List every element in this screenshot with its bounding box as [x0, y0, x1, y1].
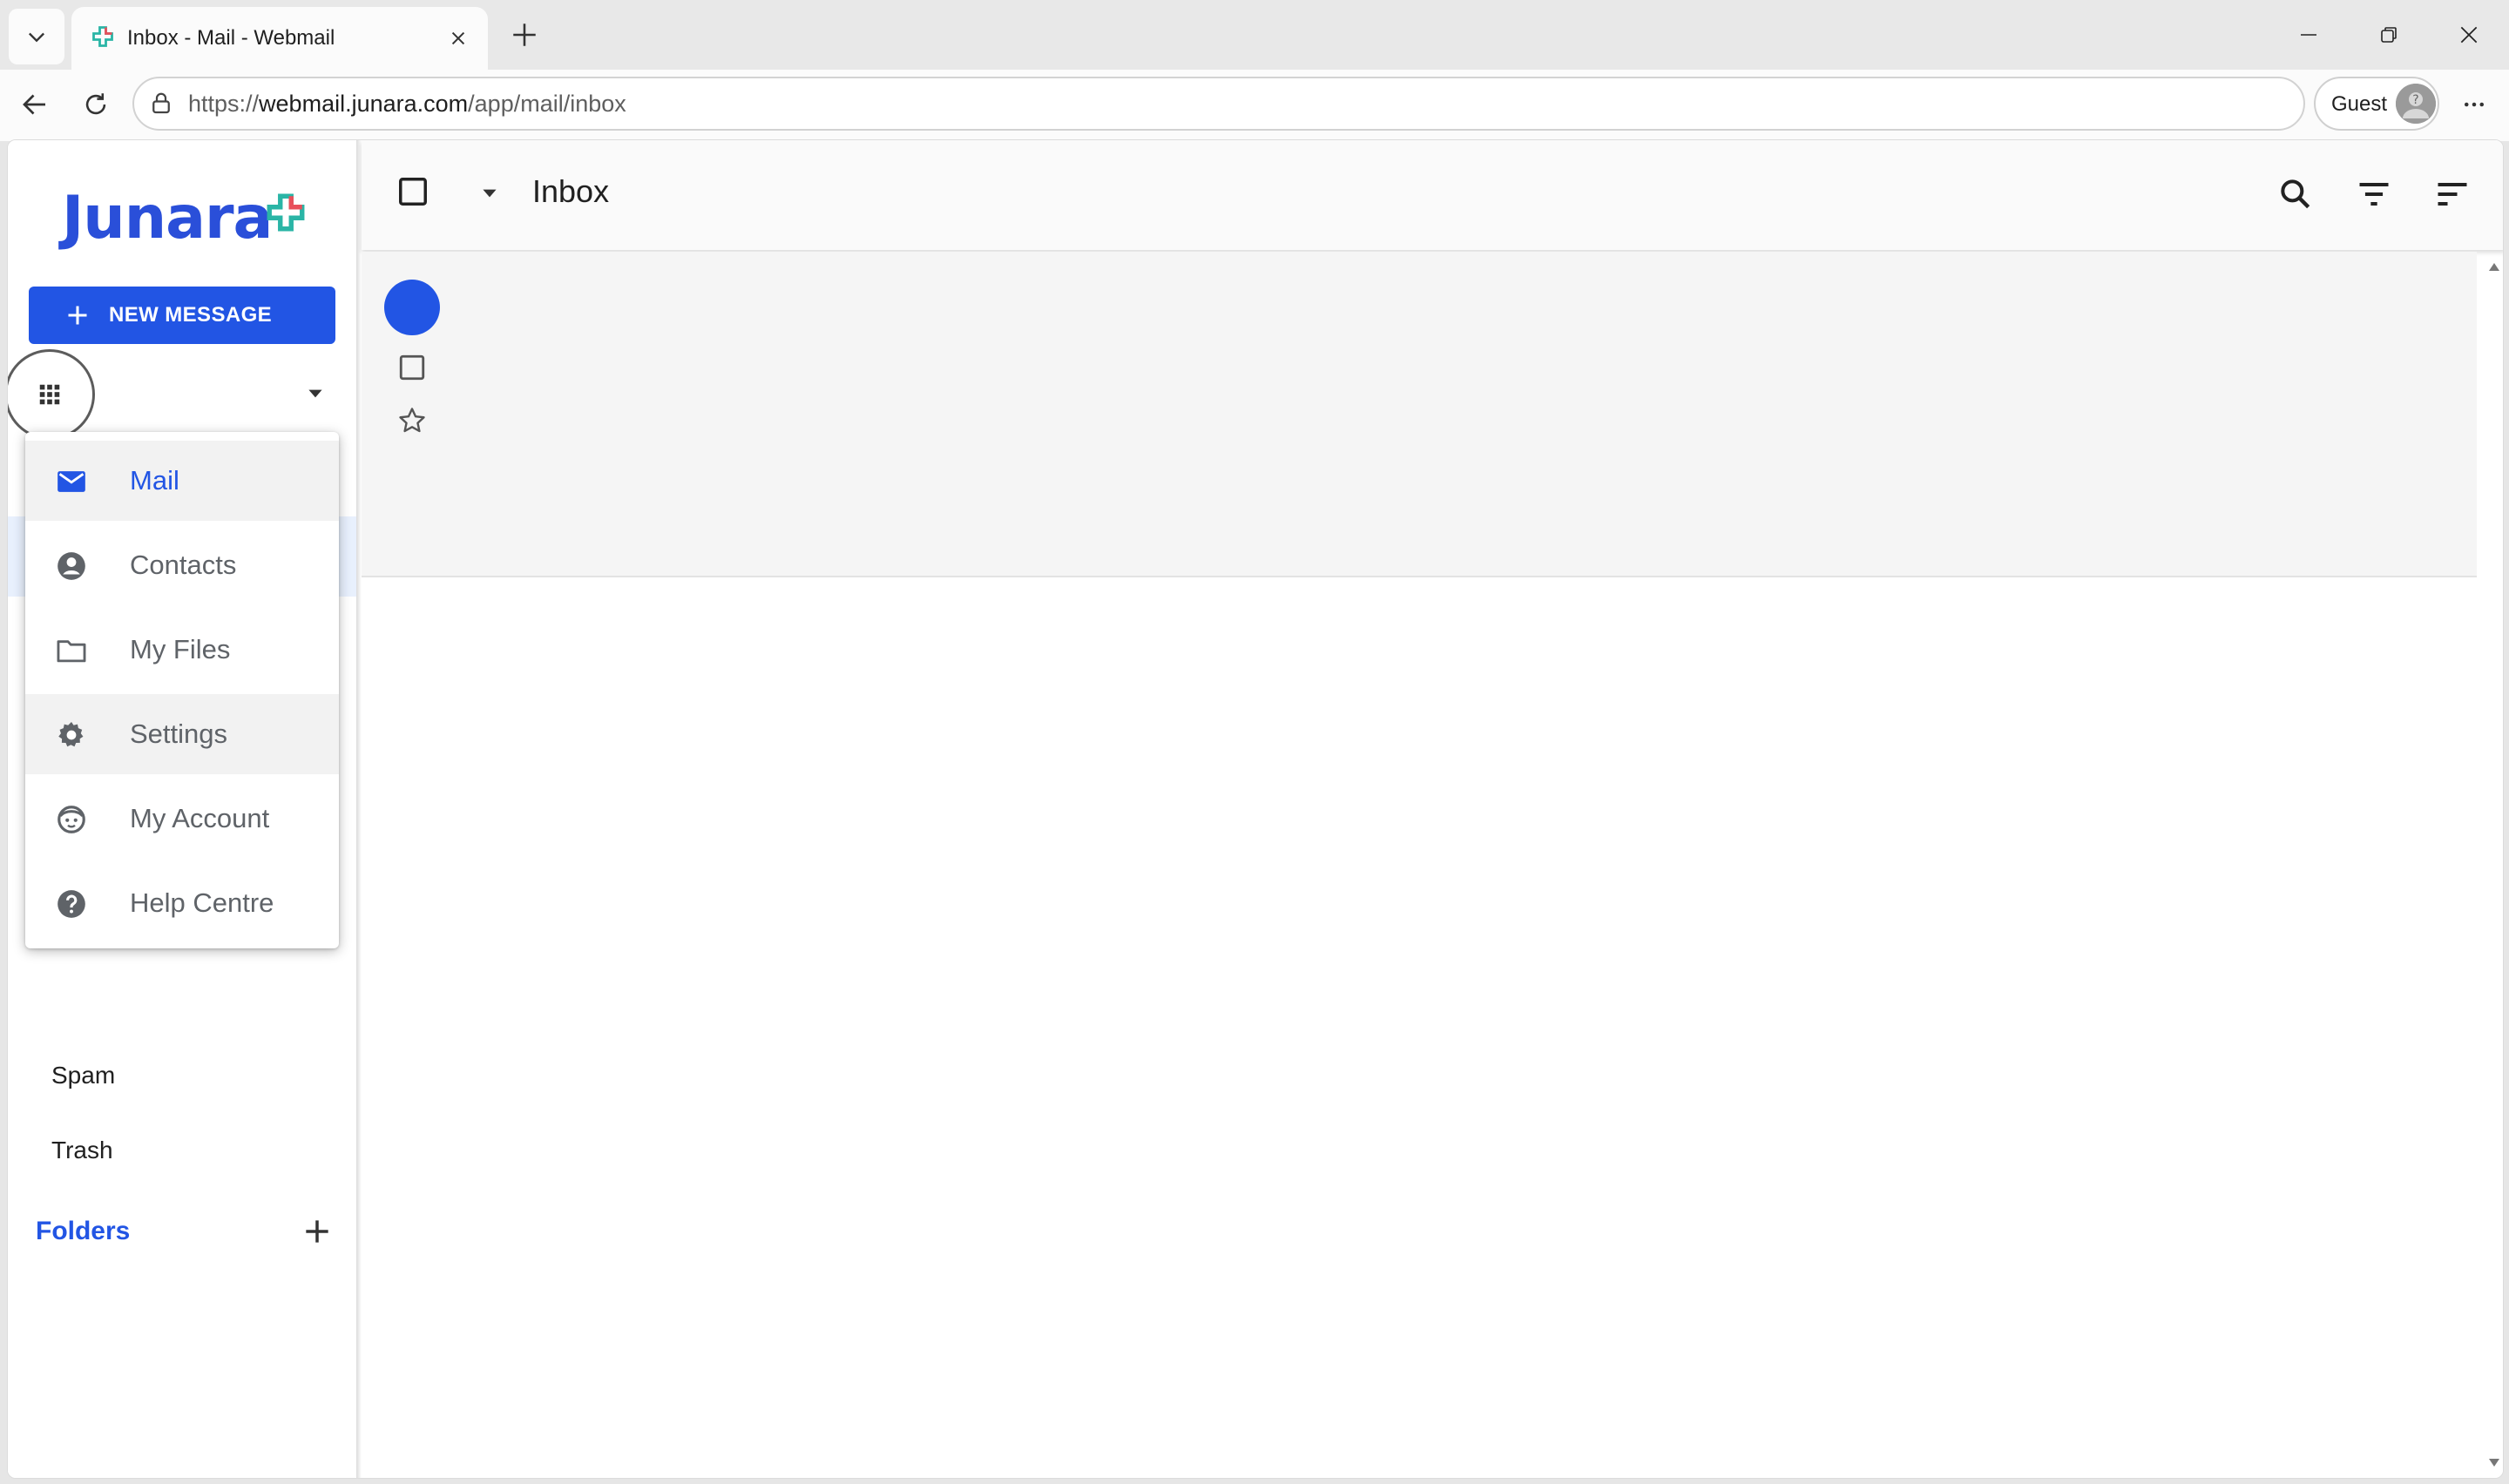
- app-menu-item-settings[interactable]: Settings: [25, 694, 339, 774]
- mail-icon: [57, 471, 85, 492]
- browser-tab-strip: Inbox - Mail - Webmail: [0, 0, 2509, 70]
- more-horizontal-icon: [2465, 102, 2484, 107]
- main-pane: Inbox: [362, 140, 2503, 1478]
- plus-icon: [68, 306, 87, 325]
- sort-icon[interactable]: [2433, 175, 2472, 213]
- contact-icon: [57, 552, 85, 580]
- face-icon: [57, 806, 85, 833]
- new-tab-button[interactable]: [504, 14, 545, 56]
- app-menu-item-my-account[interactable]: My Account: [25, 779, 339, 859]
- app-switcher-button[interactable]: [8, 349, 95, 440]
- grid-icon: [39, 384, 60, 405]
- app-switcher-menu: Mail Contacts My Files Settings My Account He…: [25, 432, 339, 948]
- browser-tab-active[interactable]: Inbox - Mail - Webmail: [71, 7, 488, 70]
- app-menu-item-contacts[interactable]: Contacts: [25, 525, 339, 605]
- reload-button[interactable]: [73, 82, 118, 127]
- tab-list-button[interactable]: [9, 9, 64, 64]
- message-list-toolbar: Inbox: [362, 140, 2503, 250]
- webmail-app: Junara NEW MESSAGE Spam Trash Folders In…: [7, 139, 2504, 1479]
- app-menu-label: Mail: [130, 465, 179, 496]
- folders-label[interactable]: Folders: [36, 1217, 130, 1246]
- folder-title: Inbox: [532, 173, 610, 209]
- add-folder-icon[interactable]: [301, 1215, 334, 1248]
- gear-icon: [58, 721, 84, 747]
- logo-cross-icon: [267, 193, 305, 232]
- folders-header: Folders: [36, 1213, 337, 1251]
- app-menu-label: My Files: [130, 634, 231, 664]
- row-checkbox[interactable]: [397, 353, 427, 382]
- restore-window-button[interactable]: [2363, 10, 2415, 59]
- star-icon[interactable]: [396, 405, 428, 436]
- junara-logo[interactable]: Junara: [62, 184, 314, 253]
- scroll-down-arrow-icon[interactable]: [2487, 1457, 2501, 1469]
- caret-down-icon[interactable]: [478, 182, 501, 205]
- tab-title: Inbox - Mail - Webmail: [127, 26, 335, 50]
- profile-button[interactable]: Guest ?: [2314, 77, 2439, 131]
- minimize-window-button[interactable]: [2282, 10, 2335, 59]
- profile-label: Guest: [2331, 92, 2388, 116]
- scroll-up-arrow-icon[interactable]: [2487, 260, 2501, 273]
- lock-icon: [152, 92, 170, 114]
- guest-avatar-icon: ?: [2396, 84, 2436, 124]
- minimize-icon: [2301, 34, 2316, 36]
- sender-avatar: [384, 280, 440, 335]
- back-button[interactable]: [12, 82, 57, 127]
- logo-text: Junara: [62, 184, 273, 253]
- restore-icon: [2381, 27, 2397, 43]
- nav-item-spam[interactable]: Spam: [51, 1062, 115, 1089]
- url-text: https://webmail.junara.com/app/mail/inbo…: [188, 91, 626, 117]
- close-window-button[interactable]: [2443, 10, 2495, 59]
- close-icon: [2460, 26, 2478, 44]
- caret-down-icon[interactable]: [304, 382, 327, 405]
- browser-toolbar: https://webmail.junara.com/app/mail/inbo…: [0, 70, 2509, 141]
- browser-menu-button[interactable]: [2452, 82, 2497, 127]
- app-menu-label: Settings: [130, 718, 228, 749]
- app-menu-item-my-files[interactable]: My Files: [25, 610, 339, 690]
- reload-icon: [85, 93, 106, 115]
- address-bar[interactable]: https://webmail.junara.com/app/mail/inbo…: [132, 77, 2305, 131]
- app-menu-label: Contacts: [130, 550, 237, 580]
- app-menu-label: Help Centre: [130, 887, 274, 918]
- filter-icon[interactable]: [2355, 175, 2393, 213]
- arrow-left-icon: [23, 94, 45, 115]
- message-list-item[interactable]: [362, 252, 2477, 577]
- close-icon: [451, 31, 465, 45]
- new-message-button[interactable]: NEW MESSAGE: [29, 287, 335, 344]
- nav-item-trash[interactable]: Trash: [51, 1137, 113, 1164]
- junara-favicon-icon: [92, 26, 113, 47]
- new-message-label: NEW MESSAGE: [109, 303, 273, 327]
- select-all-checkbox[interactable]: [396, 175, 429, 208]
- svg-text:?: ?: [2412, 93, 2418, 107]
- help-icon: [57, 890, 85, 918]
- plus-icon: [513, 24, 536, 46]
- app-menu-item-mail[interactable]: Mail: [25, 441, 339, 521]
- chevron-down-icon: [29, 32, 44, 43]
- tab-close-button[interactable]: [443, 23, 474, 54]
- search-icon[interactable]: [2276, 175, 2315, 213]
- folder-icon: [57, 640, 86, 663]
- app-menu-label: My Account: [130, 803, 270, 833]
- app-menu-item-help-centre[interactable]: Help Centre: [25, 863, 339, 943]
